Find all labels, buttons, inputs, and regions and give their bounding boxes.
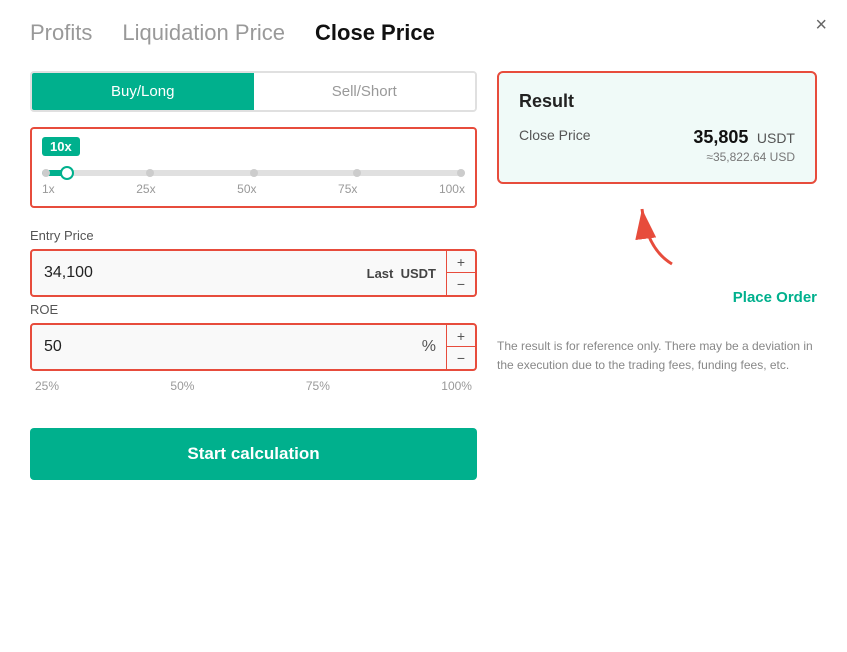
entry-price-decrement[interactable]: − bbox=[447, 273, 475, 295]
slider-dot-3 bbox=[250, 169, 258, 177]
roe-increment[interactable]: + bbox=[447, 325, 475, 347]
disclaimer: The result is for reference only. There … bbox=[497, 327, 817, 385]
slider-dot-4 bbox=[353, 169, 361, 177]
slider-dot-2 bbox=[146, 169, 154, 177]
close-price-unit: USDT bbox=[757, 130, 795, 146]
tab-close-price[interactable]: Close Price bbox=[315, 20, 435, 46]
content-area: Buy/Long Sell/Short 10x bbox=[30, 71, 817, 480]
roe-preset-75[interactable]: 75% bbox=[306, 379, 330, 393]
close-price-value: 35,805 bbox=[693, 127, 748, 147]
entry-price-section: Entry Price Last USDT + − bbox=[30, 228, 477, 297]
roe-preset-50[interactable]: 50% bbox=[170, 379, 194, 393]
roe-presets: 25% 50% 75% 100% bbox=[30, 379, 477, 393]
entry-price-suffix: Last USDT bbox=[357, 266, 446, 281]
buy-long-button[interactable]: Buy/Long bbox=[30, 71, 256, 112]
roe-decrement[interactable]: − bbox=[447, 347, 475, 369]
entry-price-input-row: Last USDT + − bbox=[30, 249, 477, 297]
entry-price-unit: USDT bbox=[401, 266, 436, 281]
close-price-usd: ≈35,822.64 USD bbox=[693, 150, 795, 164]
direction-toggle: Buy/Long Sell/Short bbox=[30, 71, 477, 112]
leverage-label-75x: 75x bbox=[338, 182, 357, 196]
tab-liquidation[interactable]: Liquidation Price bbox=[122, 20, 285, 46]
leverage-badge: 10x bbox=[42, 137, 80, 156]
start-calculation-button[interactable]: Start calculation bbox=[30, 428, 477, 480]
leverage-label-25x: 25x bbox=[136, 182, 155, 196]
leverage-label-1x: 1x bbox=[42, 182, 55, 196]
entry-price-label: Entry Price bbox=[30, 228, 477, 243]
entry-price-increment[interactable]: + bbox=[447, 251, 475, 273]
leverage-container: 10x 1x 25x 50x 75x bbox=[30, 127, 477, 208]
red-arrow-svg bbox=[627, 199, 687, 269]
place-order-button[interactable]: Place Order bbox=[733, 289, 817, 306]
place-order-section: Place Order bbox=[497, 289, 817, 307]
arrow-annotation bbox=[497, 199, 817, 269]
roe-stepper: + − bbox=[446, 325, 475, 369]
close-price-value-row: 35,805 USDT bbox=[693, 127, 795, 148]
left-panel: Buy/Long Sell/Short 10x bbox=[30, 71, 477, 480]
leverage-label-50x: 50x bbox=[237, 182, 256, 196]
entry-price-input[interactable] bbox=[32, 254, 357, 292]
slider-thumb bbox=[60, 166, 74, 180]
roe-unit: % bbox=[412, 338, 446, 356]
entry-price-last: Last bbox=[367, 266, 394, 281]
result-row: Close Price 35,805 USDT ≈35,822.64 USD bbox=[519, 127, 795, 164]
leverage-label-100x: 100x bbox=[439, 182, 465, 196]
roe-preset-25[interactable]: 25% bbox=[35, 379, 59, 393]
leverage-slider-track[interactable] bbox=[42, 170, 465, 176]
result-box: Result Close Price 35,805 USDT ≈35,822.6… bbox=[497, 71, 817, 184]
tab-profits[interactable]: Profits bbox=[30, 20, 92, 46]
close-button[interactable]: × bbox=[815, 15, 827, 35]
leverage-labels: 1x 25x 50x 75x 100x bbox=[42, 182, 465, 196]
slider-dot-5 bbox=[457, 169, 465, 177]
right-panel: Result Close Price 35,805 USDT ≈35,822.6… bbox=[497, 71, 817, 480]
roe-input-row: % + − bbox=[30, 323, 477, 371]
roe-preset-100[interactable]: 100% bbox=[441, 379, 472, 393]
sell-short-button[interactable]: Sell/Short bbox=[254, 73, 476, 110]
roe-input[interactable] bbox=[32, 328, 412, 366]
modal: × Profits Liquidation Price Close Price … bbox=[0, 0, 847, 652]
result-title: Result bbox=[519, 91, 795, 112]
roe-label: ROE bbox=[30, 302, 477, 317]
entry-price-stepper: + − bbox=[446, 251, 475, 295]
tab-bar: Profits Liquidation Price Close Price bbox=[30, 20, 817, 46]
close-price-label: Close Price bbox=[519, 127, 591, 143]
slider-dots bbox=[42, 169, 465, 177]
roe-section: ROE % + − 25% 50% 75% 100% bbox=[30, 302, 477, 393]
slider-dot-1 bbox=[42, 169, 50, 177]
close-price-value-group: 35,805 USDT ≈35,822.64 USD bbox=[693, 127, 795, 164]
